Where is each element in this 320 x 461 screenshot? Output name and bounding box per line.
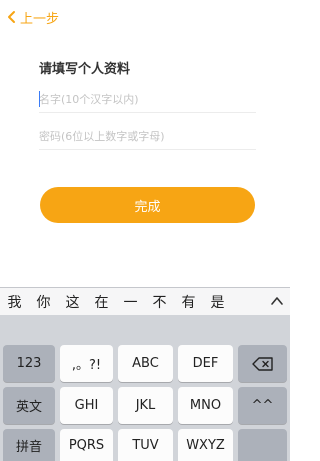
text-caret [39,91,40,107]
back-label: 上一步 [20,11,60,27]
key-tuv[interactable]: TUV [118,429,173,461]
key-english[interactable]: 英文 [3,387,55,424]
candidate-word[interactable]: 我 [0,292,29,312]
candidate-word[interactable]: 在 [87,292,116,312]
chevron-left-icon [8,11,15,23]
candidate-bar: 我 你 这 在 一 不 有 是 [0,288,290,315]
key-ghi[interactable]: GHI [60,387,113,424]
form-title: 请填写个人资料 [39,62,131,77]
chevron-up-icon[interactable] [270,294,284,308]
candidate-word[interactable]: 一 [116,292,145,312]
key-123[interactable]: 123 [3,345,55,382]
candidate-word[interactable]: 是 [203,292,232,312]
key-wxyz[interactable]: WXYZ [178,429,233,461]
candidate-word[interactable]: 有 [174,292,203,312]
delete-key[interactable] [238,345,287,382]
password-input[interactable] [39,125,256,148]
candidate-word[interactable]: 不 [145,292,174,312]
key-jkl[interactable]: JKL [118,387,173,424]
password-field[interactable] [39,125,256,150]
candidate-word[interactable]: 这 [58,292,87,312]
name-input[interactable] [39,88,256,111]
keyboard: 我 你 这 在 一 不 有 是 123 ,。?! ABC DEF 英文 GHI … [0,287,290,461]
key-emoticon[interactable]: ^^ [238,387,287,424]
candidate-word[interactable]: 你 [29,292,58,312]
back-button[interactable]: 上一步 [6,8,60,27]
backspace-icon [251,356,273,371]
key-def[interactable]: DEF [178,345,233,382]
key-mno[interactable]: MNO [178,387,233,424]
submit-button[interactable]: 完成 [40,187,255,223]
key-punctuation[interactable]: ,。?! [60,345,113,382]
key-blank[interactable] [238,429,287,461]
key-pqrs[interactable]: PQRS [60,429,113,461]
key-pinyin[interactable]: 拼音 [3,429,55,461]
key-abc[interactable]: ABC [118,345,173,382]
name-field[interactable] [39,88,256,113]
